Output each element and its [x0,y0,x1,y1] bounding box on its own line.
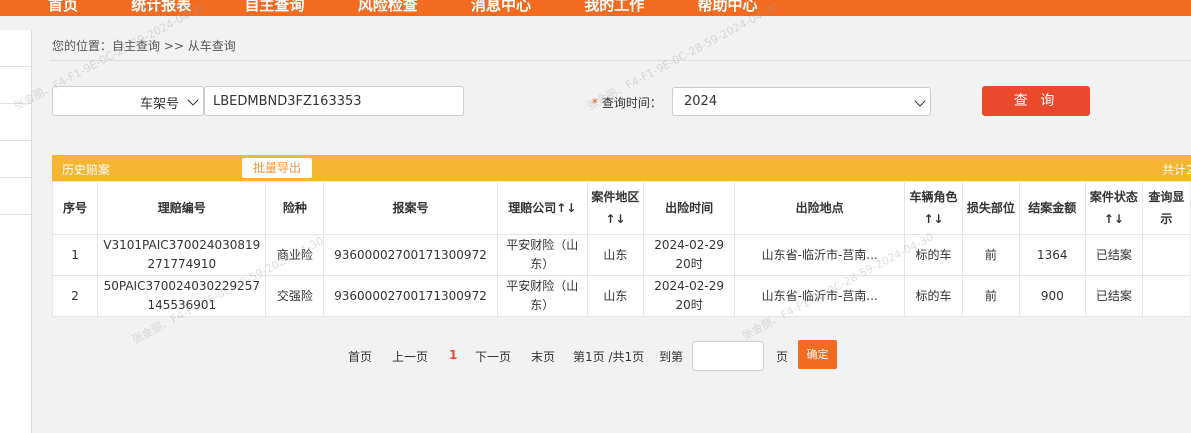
col-header-company[interactable]: 理赔公司↑↓ [496,181,588,235]
nav-item-home[interactable]: 首页 [48,0,78,15]
nav-item-reports[interactable]: 统计报表 [131,0,191,15]
pager-info: 第1页 /共1页 [573,350,645,364]
cell-accident-time: 2024-02-29 20时 [642,275,736,317]
nav-item-self-query[interactable]: 自主查询 [245,0,305,15]
cell-report-no: 93600002700171300972 [323,275,498,317]
chevron-down-icon [187,94,199,106]
col-header-amount: 结案金额 [1018,181,1086,235]
query-type-select[interactable]: 车架号 [52,86,204,116]
cell-query-display [1141,275,1191,317]
nav-item-help[interactable]: 帮助中心 [698,0,758,15]
pagination: 首页 上一页 1 下一页 末页 第1页 /共1页 到第 页 确定 [40,340,1191,385]
col-header-index: 序号 [51,181,99,235]
col-header-status[interactable]: 案件状态↑↓ [1084,181,1143,235]
main-content: 您的位置：自主查询 >> 从车查询 车架号 * 查询时间： 2024 查 询 历… [40,30,1191,433]
cell-company: 平安财险（山东） [496,234,588,276]
claims-table-section: 历史赔案 批量导出 共计2条 序号 理赔编号 险种 报案号 理赔公司↑↓ 案件地… [51,155,1191,317]
table-title: 历史赔案 [62,163,111,177]
pager-first[interactable]: 首页 [348,348,372,365]
cell-damage-part: 前 [962,275,1020,317]
pager-prev[interactable]: 上一页 [392,348,428,365]
sidebar-item[interactable] [0,67,31,104]
cell-vehicle-role: 标的车 [904,234,963,276]
vin-input[interactable] [204,86,464,116]
cell-region: 山东 [586,234,644,276]
query-time-value: 2024 [684,94,718,109]
batch-export-button[interactable]: 批量导出 [242,158,312,178]
sidebar-item[interactable] [0,30,31,67]
cell-insurance-type: 商业险 [265,234,325,276]
table-title-bar: 历史赔案 批量导出 共计2条 [52,155,1191,181]
table-row: 2 50PAIC370024030229257145536901 交强险 936… [51,275,1191,317]
cell-amount: 900 [1018,275,1086,317]
cell-index: 1 [51,234,99,276]
cell-claim-no: 50PAIC370024030229257145536901 [97,275,267,317]
cell-accident-place: 山东省-临沂市-莒南... [734,234,906,276]
pager-page-unit: 页 [776,350,789,364]
nav-item-messages[interactable]: 消息中心 [471,0,531,15]
goto-page-input[interactable] [692,341,764,371]
col-header-accident-place: 出险地点 [734,181,906,235]
cell-accident-time: 2024-02-29 20时 [642,234,736,276]
cell-query-display [1141,234,1191,276]
chevron-down-icon [914,95,926,107]
nav-item-my-work[interactable]: 我的工作 [584,0,644,15]
breadcrumb: 您的位置：自主查询 >> 从车查询 [52,39,236,53]
cell-vehicle-role: 标的车 [904,275,963,317]
top-nav-bar: 首页 统计报表 自主查询 风险检查 消息中心 我的工作 帮助中心 [0,0,1191,16]
cell-status: 已结案 [1084,275,1143,317]
left-sidebar [0,30,32,433]
query-time-select[interactable]: 2024 [672,87,931,116]
col-header-claim-no: 理赔编号 [97,181,267,235]
col-header-region[interactable]: 案件地区↑↓ [586,181,644,235]
cell-accident-place: 山东省-临沂市-莒南... [734,275,906,317]
col-header-query-display: 查询显示 [1141,181,1191,235]
query-time-label: * 查询时间： [592,94,662,111]
col-header-insurance-type: 险种 [265,181,325,235]
table-row: 1 V3101PAIC370024030819271774910 商业险 936… [51,234,1191,276]
cell-amount: 1364 [1018,234,1086,276]
divider [50,60,1191,61]
sidebar-item[interactable] [0,141,31,178]
table-header-row: 序号 理赔编号 险种 报案号 理赔公司↑↓ 案件地区↑↓ 出险时间 出险地点 车… [51,181,1191,235]
required-mark: * [592,96,598,110]
pager-current[interactable]: 1 [449,348,457,362]
top-nav-items: 首页 统计报表 自主查询 风险检查 消息中心 我的工作 帮助中心 [0,0,758,15]
sidebar-item[interactable] [0,104,31,141]
query-button[interactable]: 查 询 [982,86,1090,116]
col-header-damage-part: 损失部位 [962,181,1020,235]
cell-claim-no: V3101PAIC370024030819271774910 [97,234,267,276]
nav-item-risk-check[interactable]: 风险检查 [358,0,418,15]
pager-next[interactable]: 下一页 [475,348,511,365]
goto-ok-button[interactable]: 确定 [798,340,837,369]
sidebar-item[interactable] [0,178,31,215]
cell-index: 2 [51,275,99,317]
claims-table: 序号 理赔编号 险种 报案号 理赔公司↑↓ 案件地区↑↓ 出险时间 出险地点 车… [51,181,1191,317]
pager-goto-label: 到第 [659,350,684,364]
total-count: 共计2条 [1162,163,1191,177]
cell-damage-part: 前 [962,234,1020,276]
col-header-accident-time: 出险时间 [642,181,736,235]
query-time-label-text: 查询时间： [601,96,662,110]
cell-report-no: 93600002700171300972 [323,234,498,276]
cell-status: 已结案 [1084,234,1143,276]
query-type-value: 车架号 [139,97,179,112]
col-header-report-no: 报案号 [323,181,498,235]
cell-region: 山东 [586,275,644,317]
pager-last[interactable]: 末页 [531,348,555,365]
cell-company: 平安财险（山东） [496,275,588,317]
col-header-vehicle-role[interactable]: 车辆角色↑↓ [904,181,963,235]
cell-insurance-type: 交强险 [265,275,325,317]
